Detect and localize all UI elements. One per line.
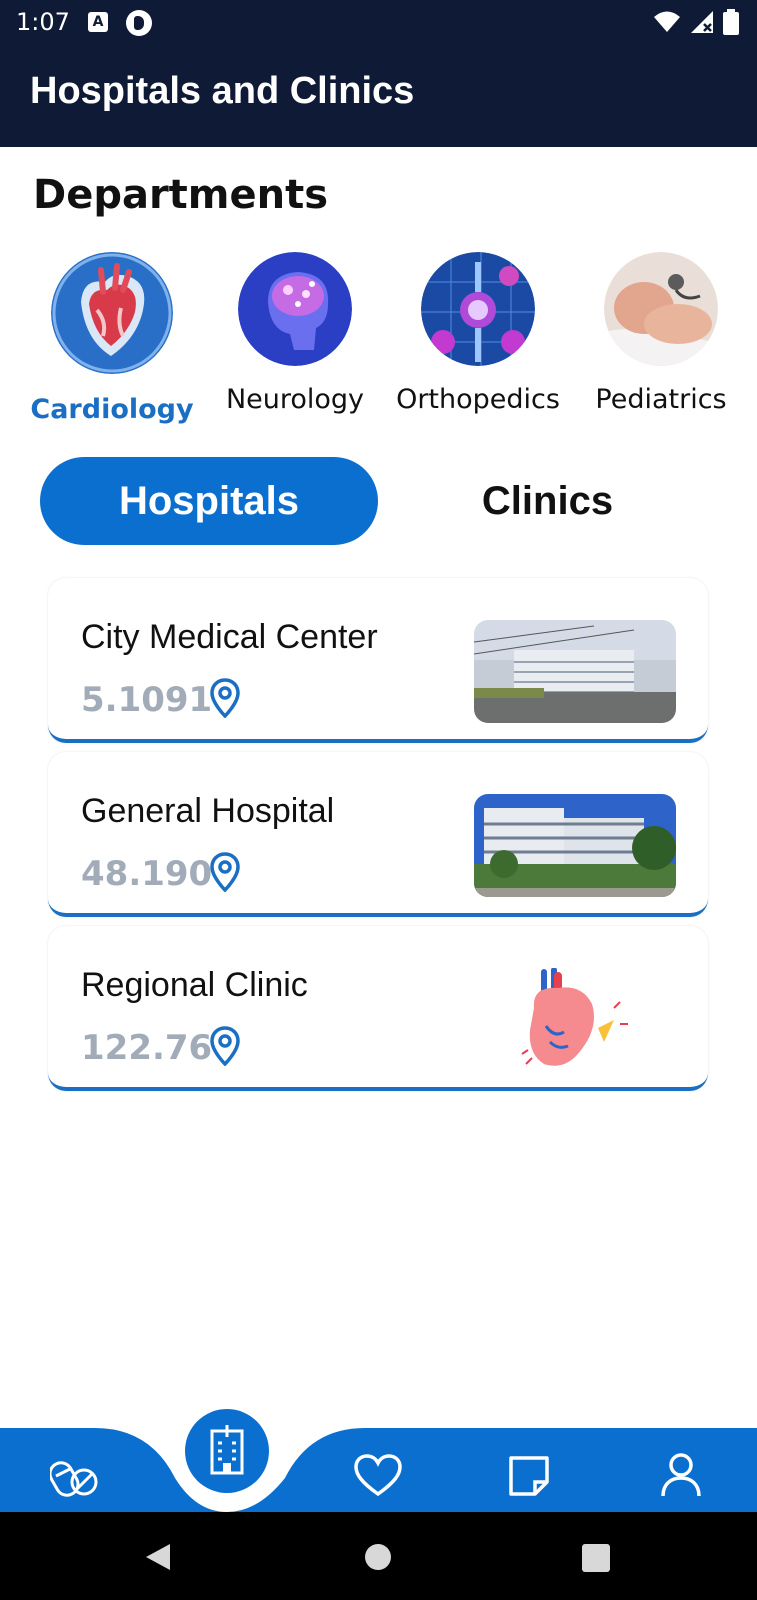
heart-icon[interactable]	[353, 1454, 403, 1498]
facility-card[interactable]: General Hospital 48.190	[48, 752, 708, 917]
page-title: Hospitals and Clinics	[30, 70, 415, 112]
home-icon[interactable]	[365, 1544, 391, 1570]
facility-distance: 48.190	[81, 854, 213, 894]
facility-name: City Medical Center	[81, 618, 378, 656]
status-icons	[653, 8, 739, 36]
location-pin-icon[interactable]	[210, 1026, 240, 1066]
tab-hospitals[interactable]: Hospitals	[40, 457, 378, 545]
facility-card[interactable]: Regional Clinic 122.76	[48, 926, 708, 1091]
hospital-photo	[474, 620, 676, 723]
pills-icon[interactable]	[50, 1454, 100, 1498]
tab-clinics[interactable]: Clinics	[395, 457, 700, 545]
status-bar: 1:07 A	[0, 0, 757, 44]
note-icon[interactable]	[507, 1454, 551, 1498]
department-label: Cardiology	[30, 394, 194, 425]
baby-image	[604, 252, 718, 366]
departments-heading: Departments	[33, 172, 329, 218]
facility-distance: 5.1091	[81, 680, 213, 720]
hospitals-nav-button[interactable]	[185, 1409, 269, 1493]
system-nav-bar	[0, 1512, 757, 1600]
department-orthopedics[interactable]: Orthopedics	[393, 252, 563, 415]
department-pediatrics[interactable]: Pediatrics	[576, 252, 746, 415]
heart-illustration	[474, 968, 676, 1071]
department-neurology[interactable]: Neurology	[210, 252, 380, 415]
p-badge-icon	[126, 10, 152, 36]
location-pin-icon[interactable]	[210, 678, 240, 718]
battery-icon	[723, 9, 739, 35]
department-label: Pediatrics	[595, 384, 727, 415]
location-pin-icon[interactable]	[210, 852, 240, 892]
brain-image	[238, 252, 352, 366]
hospital-photo	[474, 794, 676, 897]
facility-card[interactable]: City Medical Center 5.1091	[48, 578, 708, 743]
signal-icon	[691, 11, 713, 33]
facility-name: General Hospital	[81, 792, 335, 830]
department-label: Orthopedics	[396, 384, 560, 415]
recents-icon[interactable]	[582, 1544, 610, 1572]
joints-image	[421, 252, 535, 366]
status-time: 1:07	[16, 8, 70, 36]
heart-anatomy-image	[51, 252, 173, 374]
department-label: Neurology	[225, 384, 365, 415]
facility-name: Regional Clinic	[81, 966, 308, 1004]
app-bar: Hospitals and Clinics	[0, 44, 757, 147]
wifi-icon	[654, 11, 680, 32]
a-badge-icon: A	[88, 12, 108, 32]
department-cardiology[interactable]: Cardiology	[27, 252, 197, 425]
hospital-building-icon	[210, 1425, 244, 1475]
profile-icon[interactable]	[660, 1452, 702, 1498]
facility-distance: 122.76	[81, 1028, 213, 1068]
back-icon[interactable]	[144, 1542, 172, 1572]
